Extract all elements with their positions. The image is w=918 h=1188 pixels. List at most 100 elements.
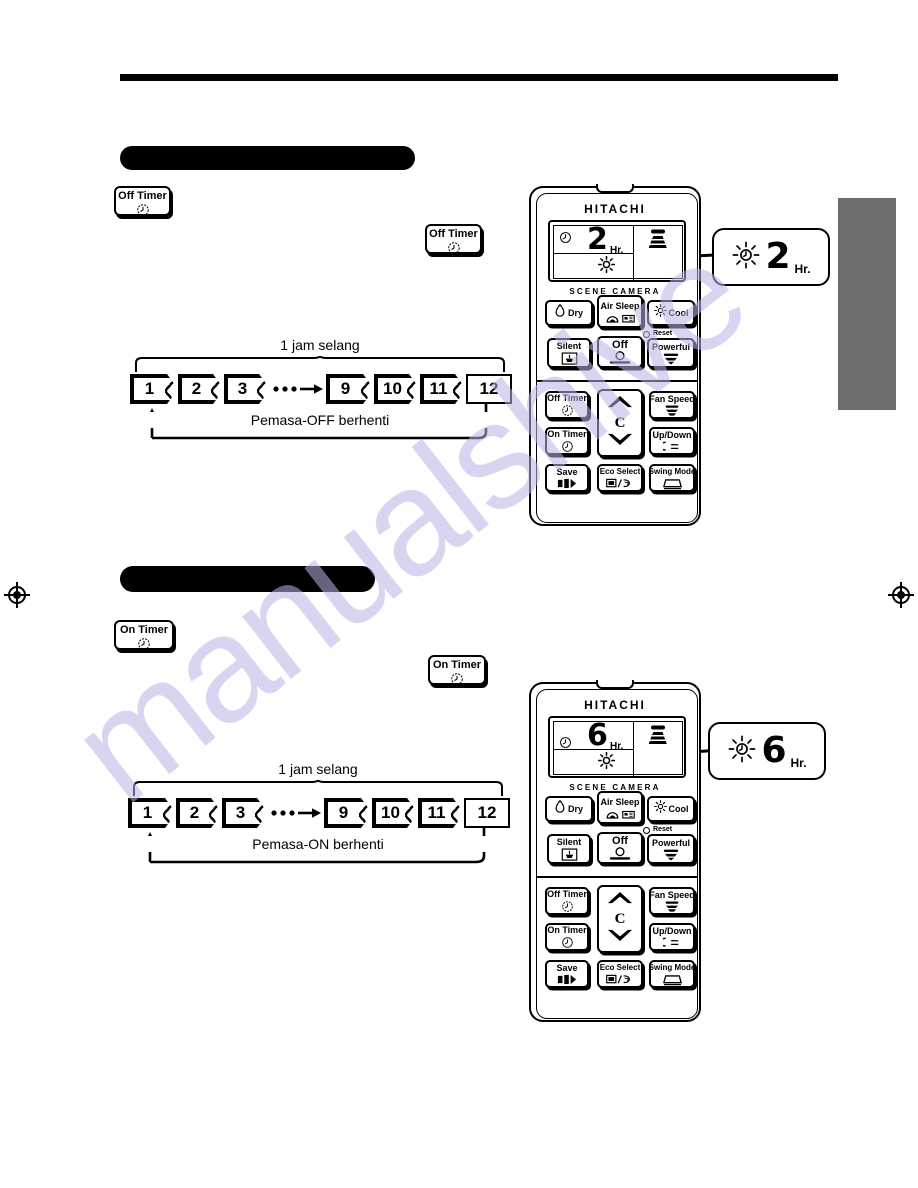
timeline-step: 9: [326, 374, 374, 404]
page-thumb-index-tab: [838, 198, 896, 410]
remote-control-off-timer: HITACHI 2 Hr. SCENE CAMERA Dry Air Sleep…: [529, 184, 701, 526]
button-off-timer[interactable]: Off Timer: [545, 887, 589, 915]
key-badge-on-timer-secondary[interactable]: On Timer: [428, 655, 486, 685]
section-heading-on-timer: [120, 566, 375, 592]
button-off-timer[interactable]: Off Timer: [545, 391, 589, 419]
chevron-down-icon[interactable]: [607, 432, 633, 451]
blinking-clock-icon: [731, 240, 761, 275]
sun-icon: [653, 304, 667, 322]
fan-speed-icon: [644, 725, 672, 756]
button-label: Air Sleep: [600, 796, 640, 807]
clock-icon: [137, 637, 151, 656]
temperature-unit-label: C: [614, 414, 626, 431]
temperature-rocker[interactable]: C: [597, 389, 643, 457]
button-off[interactable]: Off: [597, 336, 643, 368]
button-label: Air Sleep: [600, 300, 640, 311]
lcd-vertical-divider: [633, 226, 634, 280]
header-rule: [120, 74, 838, 81]
key-badge-on-timer-primary[interactable]: On Timer: [114, 620, 174, 650]
blinking-clock-icon: [727, 734, 757, 769]
button-save[interactable]: Save: [545, 464, 589, 492]
button-fan-speed[interactable]: Fan Speed: [649, 391, 695, 419]
sun-icon: [653, 800, 667, 818]
chevron-up-icon[interactable]: [607, 395, 633, 414]
button-off[interactable]: Off: [597, 832, 643, 864]
clock-icon: [447, 241, 461, 260]
chevron-up-icon[interactable]: [607, 891, 633, 910]
louver-icon: [660, 441, 681, 453]
droplet-icon: [555, 303, 565, 322]
button-label: Off Timer: [547, 889, 587, 899]
timeline-steps: 1 2 3 9 10 11 12: [128, 798, 510, 828]
clock-icon: [561, 900, 574, 913]
button-air-sleep[interactable]: Air Sleep: [597, 295, 643, 328]
droplet-icon: [555, 799, 565, 818]
callout-bubble: 2 Hr.: [712, 228, 830, 286]
button-eco-select[interactable]: Eco Select: [597, 960, 643, 988]
powerful-icon: [662, 849, 680, 861]
button-up-down[interactable]: Up/Down: [649, 923, 695, 951]
temperature-rocker[interactable]: C: [597, 885, 643, 953]
chevron-down-icon[interactable]: [607, 928, 633, 947]
timeline-loop-label: Pemasa-OFF berhenti: [244, 412, 396, 428]
cool-sun-icon: [597, 751, 616, 774]
button-powerful[interactable]: Powerful: [647, 338, 695, 368]
button-label: Up/Down: [652, 429, 692, 440]
cool-sun-icon: [597, 255, 616, 278]
clock-icon: [561, 440, 574, 453]
lcd-timer-digit: 2: [587, 222, 608, 257]
button-silent[interactable]: Silent: [547, 834, 591, 864]
button-cool[interactable]: Cool: [647, 300, 695, 326]
remote-top-notch: [596, 680, 634, 689]
timeline-step: 12: [466, 374, 512, 404]
remote-section-divider: [536, 876, 698, 878]
key-badge-off-timer-primary[interactable]: Off Timer: [114, 186, 171, 216]
button-on-timer[interactable]: On Timer: [545, 427, 589, 455]
callout-value: 6: [761, 730, 787, 771]
lcd-timer-digit: 6: [587, 718, 608, 753]
manual-page: manualshive Off Timer Off Timer 1 jam se…: [0, 0, 918, 1188]
swing-icon: [662, 974, 682, 986]
powerful-icon: [662, 353, 680, 365]
button-on-timer[interactable]: On Timer: [545, 923, 589, 951]
registration-mark-right: [888, 582, 914, 608]
watermark-overlay: manualshive: [0, 0, 918, 1188]
button-eco-select[interactable]: Eco Select: [597, 464, 643, 492]
lcd-unit-label: Hr.: [610, 741, 624, 752]
fan-icon: [662, 901, 682, 913]
key-badge-label: On Timer: [119, 624, 169, 636]
callout-unit: Hr.: [790, 756, 807, 770]
button-save[interactable]: Save: [545, 960, 589, 988]
button-swing-mode[interactable]: Swing Mode: [649, 464, 695, 492]
button-up-down[interactable]: Up/Down: [649, 427, 695, 455]
button-powerful[interactable]: Powerful: [647, 834, 695, 864]
button-label: Swing Mode: [649, 466, 695, 476]
button-cool[interactable]: Cool: [647, 796, 695, 822]
callout-value: 2: [765, 236, 791, 277]
reset-button[interactable]: [643, 827, 650, 834]
save-icon: [557, 974, 577, 985]
remote-control-on-timer: HITACHI 6 Hr. SCENE CAMERA Dry Air Sleep…: [529, 680, 701, 1022]
callout-unit: Hr.: [794, 262, 811, 276]
clock-icon: [450, 672, 464, 691]
timeline-caption: 1 jam selang: [280, 337, 360, 353]
timeline-step: 2: [178, 374, 224, 404]
button-dry[interactable]: Dry: [545, 300, 593, 326]
clock-icon: [561, 404, 574, 417]
button-silent[interactable]: Silent: [547, 338, 591, 368]
button-air-sleep[interactable]: Air Sleep: [597, 791, 643, 824]
button-label: Save: [556, 467, 578, 477]
key-badge-off-timer-secondary[interactable]: Off Timer: [425, 224, 482, 254]
lcd-timer-value: 6: [587, 721, 608, 751]
button-swing-mode[interactable]: Swing Mode: [649, 960, 695, 988]
button-fan-speed[interactable]: Fan Speed: [649, 887, 695, 915]
button-label: Fan Speed: [649, 393, 695, 404]
reset-label: Reset: [653, 330, 673, 337]
reset-button[interactable]: [643, 331, 650, 338]
timeline-step: 3: [224, 374, 270, 404]
button-dry[interactable]: Dry: [545, 796, 593, 822]
button-label: On Timer: [547, 925, 587, 935]
button-label: Powerful: [651, 341, 690, 352]
key-badge-label: On Timer: [432, 659, 482, 671]
remote-lcd-inner: 6 Hr.: [553, 721, 683, 776]
